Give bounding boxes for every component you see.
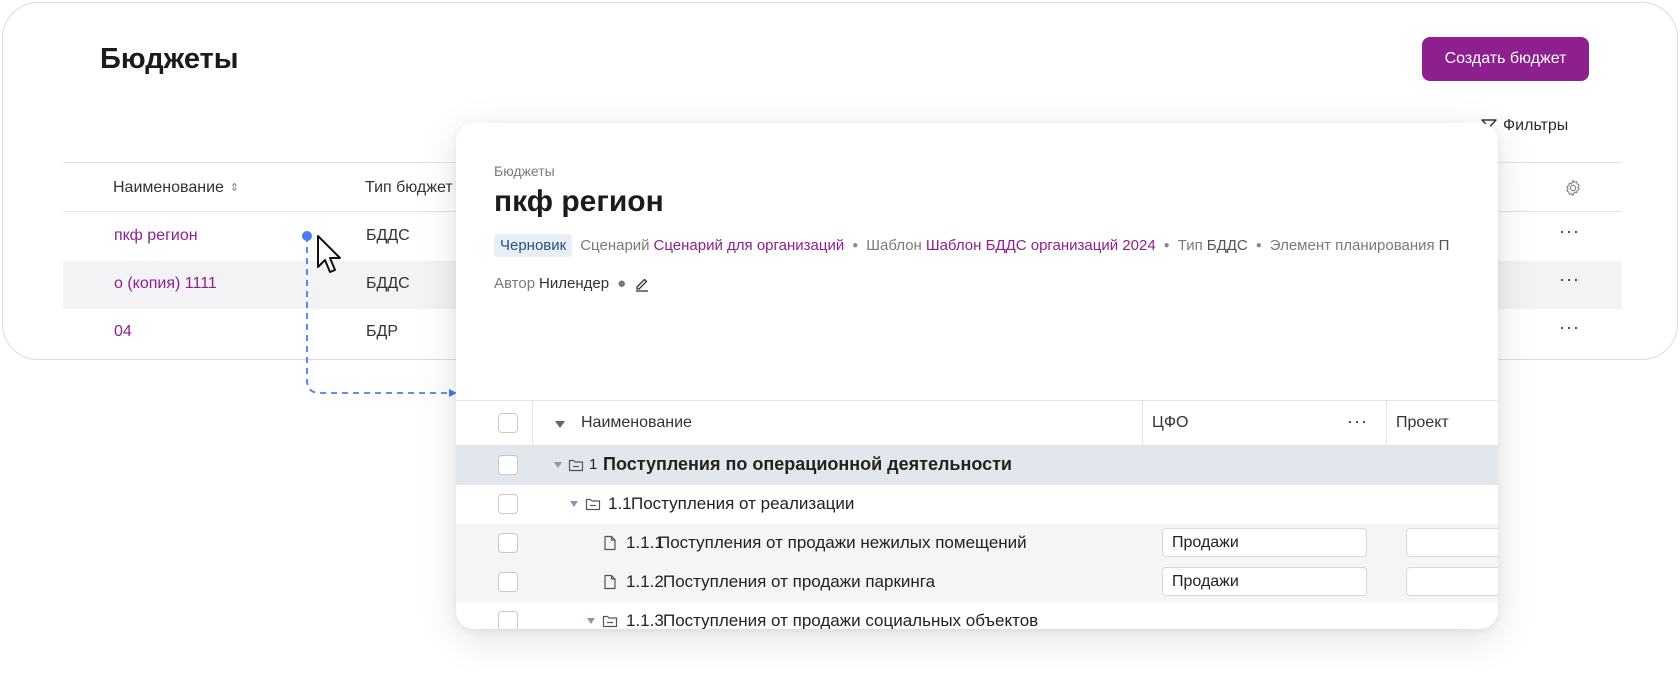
filters-label: Фильтры: [1503, 117, 1569, 134]
separator-dot: ●: [852, 240, 859, 251]
mouse-pointer-icon: [317, 235, 341, 273]
author-label: Автор: [494, 275, 536, 292]
row-name: Поступления от продажи нежилых помещений: [658, 533, 1027, 552]
column-header-name-label: Наименование: [113, 179, 224, 196]
separator-dot: ●: [1255, 240, 1262, 251]
grid-row[interactable]: 1.1.2 Поступления от продажи паркинга Пр…: [456, 563, 1498, 602]
cfo-field[interactable]: Продажи: [1162, 567, 1367, 596]
edit-icon[interactable]: [634, 276, 650, 292]
breadcrumb[interactable]: Бюджеты: [494, 163, 555, 179]
folder-icon: [568, 459, 584, 472]
cfo-field[interactable]: Продажи: [1162, 528, 1367, 557]
project-field[interactable]: [1406, 528, 1498, 557]
separator-dot: ●: [617, 275, 627, 292]
author-line: Автор Нилендер ●: [494, 275, 650, 292]
grid-row[interactable]: 1.1 Поступления от реализации: [456, 485, 1498, 524]
row-number: 1.1.3: [626, 611, 664, 629]
status-badge: Черновик: [494, 234, 573, 257]
scenario-label: Сценарий: [580, 237, 650, 254]
budget-detail-panel: Бюджеты пкф регион Черновик Сценарий Сце…: [456, 123, 1498, 629]
grid-row[interactable]: 1 Поступления по операционной деятельнос…: [456, 446, 1498, 485]
grid-row[interactable]: 1.1.1 Поступления от продажи нежилых пом…: [456, 524, 1498, 563]
column-more-button[interactable]: ···: [1347, 411, 1368, 432]
grid-header: Наименование ЦФО ··· Проект: [456, 400, 1498, 447]
file-icon: [604, 574, 616, 590]
column-header-type-label: Тип бюджет: [365, 179, 453, 196]
budget-type: БДР: [366, 323, 399, 340]
row-checkbox[interactable]: [498, 455, 518, 475]
template-link[interactable]: Шаблон БДДС организаций 2024: [926, 237, 1156, 254]
project-field[interactable]: [1406, 567, 1498, 596]
page-title: Бюджеты: [100, 43, 239, 75]
chevron-down-icon[interactable]: [570, 501, 578, 507]
column-divider: [1386, 401, 1387, 447]
row-number: 1.1: [608, 494, 632, 513]
row-more-button[interactable]: ···: [1559, 269, 1580, 290]
grid-column-cfo[interactable]: ЦФО: [1152, 414, 1188, 432]
row-checkbox[interactable]: [498, 572, 518, 592]
select-all-checkbox[interactable]: [498, 413, 518, 433]
budget-name-link[interactable]: 04: [114, 323, 132, 341]
row-more-button[interactable]: ···: [1559, 221, 1580, 242]
column-header-type[interactable]: Тип бюджет: [365, 179, 453, 197]
column-divider: [532, 401, 533, 447]
grid-row[interactable]: 1.1.3 Поступления от продажи социальных …: [456, 602, 1498, 629]
row-name: Поступления по операционной деятельности: [603, 454, 1012, 474]
collapse-all-icon[interactable]: [555, 421, 565, 428]
template-label: Шаблон: [866, 237, 922, 254]
row-checkbox[interactable]: [498, 494, 518, 514]
grid-column-project[interactable]: Проект: [1396, 414, 1449, 432]
row-number: 1: [589, 456, 598, 473]
budget-type: БДДС: [366, 227, 410, 244]
row-name: Поступления от реализации: [631, 494, 855, 513]
grid-column-name[interactable]: Наименование: [581, 414, 692, 432]
folder-icon: [602, 615, 618, 628]
column-header-name[interactable]: Наименование ⇕: [113, 179, 239, 197]
row-checkbox[interactable]: [498, 533, 518, 553]
meta-line: Черновик Сценарий Сценарий для организац…: [494, 234, 1449, 257]
row-name: Поступления от продажи паркинга: [663, 572, 936, 591]
type-value: БДДС: [1206, 237, 1248, 254]
budget-type: БДДС: [366, 275, 410, 292]
row-more-button[interactable]: ···: [1559, 317, 1580, 338]
type-label: Тип: [1177, 237, 1203, 254]
folder-icon: [585, 498, 601, 511]
column-divider: [1142, 401, 1143, 447]
chevron-down-icon[interactable]: [554, 462, 562, 468]
row-checkbox[interactable]: [498, 611, 518, 629]
planning-element-value: П: [1438, 237, 1450, 254]
gear-icon[interactable]: [1564, 179, 1582, 197]
author-value: Нилендер: [539, 275, 610, 292]
scenario-link[interactable]: Сценарий для организаций: [654, 237, 845, 254]
planning-element-label: Элемент планирования: [1269, 237, 1435, 254]
row-name: Поступления от продажи социальных объект…: [663, 611, 1039, 629]
budget-items-grid: Наименование ЦФО ··· Проект 1 Поступлени…: [456, 400, 1498, 629]
separator-dot: ●: [1163, 240, 1170, 251]
budget-name-link[interactable]: пкф регион: [114, 227, 198, 245]
budget-name-link[interactable]: о (копия) 1111: [114, 275, 217, 293]
file-icon: [604, 535, 616, 551]
detail-title: пкф регион: [494, 185, 664, 218]
create-budget-button[interactable]: Создать бюджет: [1422, 37, 1589, 81]
stage: Бюджеты Создать бюджет Фильтры Наименова…: [0, 0, 1680, 689]
chevron-down-icon[interactable]: [587, 618, 595, 624]
row-number: 1.1.2: [626, 572, 664, 591]
sort-icon[interactable]: ⇕: [230, 182, 239, 194]
